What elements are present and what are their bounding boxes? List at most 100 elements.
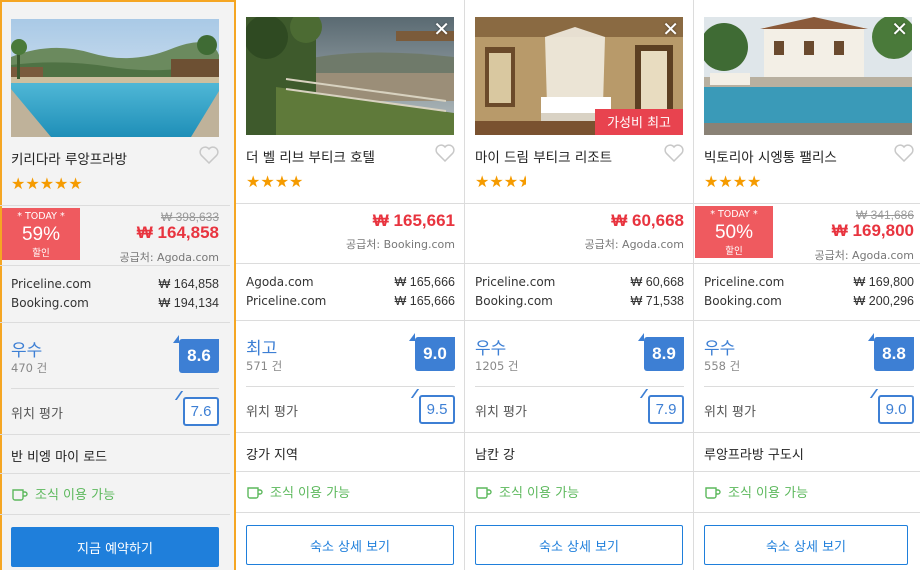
provider-row[interactable]: Booking.com ₩ 194,134 xyxy=(11,296,219,310)
breakfast-label: 조식 이용 가능 xyxy=(728,486,809,501)
area-name: 반 비엥 마이 로드 xyxy=(11,450,108,465)
breakfast-info: 조식 이용 가능 xyxy=(246,482,350,501)
hotel-photo[interactable]: ✕ xyxy=(246,17,454,135)
close-icon[interactable]: ✕ xyxy=(433,19,450,39)
heart-icon[interactable] xyxy=(664,144,684,166)
provider-row[interactable]: Booking.com ₩ 71,538 xyxy=(475,294,684,308)
provider-name: Booking.com xyxy=(11,296,89,310)
heart-icon[interactable] xyxy=(435,144,455,166)
provider-price: ₩ 194,134 xyxy=(158,296,219,310)
provider-price: ₩ 71,538 xyxy=(630,294,684,308)
star-rating: ★★★★ xyxy=(246,172,304,191)
divider xyxy=(465,471,695,472)
provider-name: Priceline.com xyxy=(475,275,556,289)
location-label: 위치 평가 xyxy=(11,407,63,422)
view-details-button[interactable]: 숙소 상세 보기 xyxy=(246,525,454,565)
coffee-cup-icon xyxy=(12,488,28,501)
hotel-name[interactable]: 키리다라 루앙프라방 xyxy=(11,148,127,168)
provider-name: Priceline.com xyxy=(11,277,92,291)
provider-row[interactable]: Priceline.com ₩ 169,800 xyxy=(704,275,914,289)
location-score: 9.0 xyxy=(878,395,914,424)
location-score: 7.9 xyxy=(648,395,684,424)
provider-row[interactable]: Priceline.com ₩ 165,666 xyxy=(246,294,455,308)
close-icon[interactable]: ✕ xyxy=(891,19,908,39)
discount-percent: 50% xyxy=(714,222,754,243)
divider xyxy=(236,203,466,204)
divider xyxy=(236,512,466,513)
hotel-name[interactable]: 더 벨 리브 부티크 호텔 xyxy=(246,146,375,166)
hotel-name[interactable]: 빅토리아 시엥통 팰리스 xyxy=(704,146,837,166)
divider xyxy=(0,514,230,515)
view-details-button[interactable]: 숙소 상세 보기 xyxy=(704,525,908,565)
divider xyxy=(475,386,684,387)
provider-name: Agoda.com xyxy=(246,275,314,289)
review-count[interactable]: 571 건 xyxy=(246,358,282,374)
supplier: 공급처: Agoda.com xyxy=(584,238,684,251)
heart-icon[interactable] xyxy=(894,144,914,166)
rating-word: 우수 xyxy=(704,339,736,359)
review-count[interactable]: 558 건 xyxy=(704,358,740,374)
best-price[interactable]: ₩ 165,661 xyxy=(373,211,455,231)
divider xyxy=(0,322,230,323)
coffee-cup-icon xyxy=(705,486,721,499)
breakfast-label: 조식 이용 가능 xyxy=(499,486,580,501)
location-label: 위치 평가 xyxy=(246,405,298,420)
divider xyxy=(236,471,466,472)
supplier: 공급처: Agoda.com xyxy=(814,249,914,262)
close-icon[interactable]: ✕ xyxy=(662,19,679,39)
provider-row[interactable]: Booking.com ₩ 200,296 xyxy=(704,294,914,308)
breakfast-info: 조식 이용 가능 xyxy=(704,482,808,501)
hotel-column-2: ✕ 더 벨 리브 부티크 호텔 ★★★★ ₩ 165,661 공급처: Book… xyxy=(236,0,466,570)
divider xyxy=(465,432,695,433)
star-rating: ★★★★ xyxy=(704,172,762,191)
view-details-button[interactable]: 숙소 상세 보기 xyxy=(475,525,683,565)
divider xyxy=(0,434,230,435)
hotel-column-3: ✕ 가성비 최고 마이 드림 부티크 리조트 ★★★★ ₩ 60,668 공급처… xyxy=(465,0,695,570)
provider-name: Priceline.com xyxy=(246,294,327,308)
supplier: 공급처: Agoda.com xyxy=(119,251,219,264)
star-rating: ★★★★ xyxy=(475,172,526,191)
supplier: 공급처: Booking.com xyxy=(346,238,455,251)
discount-label: 할인 xyxy=(725,246,743,257)
provider-price: ₩ 165,666 xyxy=(394,294,455,308)
divider xyxy=(236,263,466,264)
today-label: * TODAY * xyxy=(710,209,758,220)
location-label: 위치 평가 xyxy=(704,405,756,420)
divider xyxy=(236,432,466,433)
review-count[interactable]: 1205 건 xyxy=(475,358,519,374)
divider xyxy=(694,512,920,513)
hotel-name[interactable]: 마이 드림 부티크 리조트 xyxy=(475,146,612,166)
divider xyxy=(694,320,920,321)
provider-name: Priceline.com xyxy=(704,275,785,289)
area-name: 강가 지역 xyxy=(246,448,298,463)
review-count[interactable]: 470 건 xyxy=(11,360,47,376)
hotel-photo[interactable]: ✕ xyxy=(704,17,912,135)
divider xyxy=(704,386,914,387)
hotel-photo[interactable] xyxy=(11,19,219,137)
book-now-button[interactable]: 지금 예약하기 xyxy=(11,527,219,567)
divider xyxy=(465,512,695,513)
area-name: 루앙프라방 구도시 xyxy=(704,448,804,463)
hotel-photo[interactable]: ✕ 가성비 최고 xyxy=(475,17,683,135)
best-price[interactable]: ₩ 60,668 xyxy=(611,211,684,231)
divider xyxy=(694,263,920,264)
provider-name: Booking.com xyxy=(704,294,782,308)
provider-row[interactable]: Priceline.com ₩ 60,668 xyxy=(475,275,684,289)
best-price[interactable]: ₩ 169,800 xyxy=(832,221,914,241)
hotel-column-4: ✕ 빅토리아 시엥통 팰리스 ★★★★ * TODAY * 50% 할인 ₩ 3… xyxy=(694,0,920,570)
divider xyxy=(465,320,695,321)
provider-price: ₩ 164,858 xyxy=(158,277,219,291)
provider-row[interactable]: Priceline.com ₩ 164,858 xyxy=(11,277,219,291)
breakfast-info: 조식 이용 가능 xyxy=(11,484,115,503)
best-price[interactable]: ₩ 164,858 xyxy=(137,223,219,243)
original-price: ₩ 341,686 xyxy=(855,208,914,222)
provider-row[interactable]: Agoda.com ₩ 165,666 xyxy=(246,275,455,289)
best-value-badge: 가성비 최고 xyxy=(595,109,683,135)
hotel-column-1: 키리다라 루앙프라방 ★★★★★ * TODAY * 59% 할인 ₩ 398,… xyxy=(0,0,236,570)
divider xyxy=(465,203,695,204)
heart-icon[interactable] xyxy=(199,146,219,168)
provider-name: Booking.com xyxy=(475,294,553,308)
divider xyxy=(694,471,920,472)
review-score: 9.0 xyxy=(409,333,455,371)
divider xyxy=(236,320,466,321)
